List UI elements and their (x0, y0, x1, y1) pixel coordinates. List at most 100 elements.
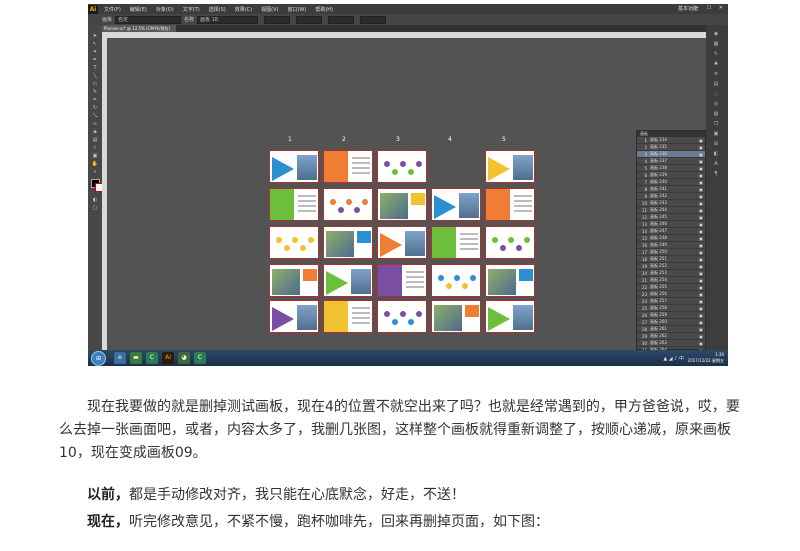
artboard-options-icon[interactable]: ▣ (697, 306, 705, 311)
artboard-options-icon[interactable]: ▣ (697, 320, 705, 325)
artboard-options-icon[interactable]: ▣ (697, 180, 705, 185)
menu-view[interactable]: 视图(V) (261, 6, 278, 13)
direct-selection-icon[interactable]: ↖ (90, 41, 100, 47)
screen-mode-icon[interactable]: ▢ (90, 205, 100, 211)
menu-window[interactable]: 窗口(W) (287, 6, 306, 13)
symbols-icon[interactable]: ♣ (712, 61, 720, 67)
camtasia-icon[interactable]: C (146, 352, 158, 364)
artboard-thumbnail[interactable] (323, 300, 373, 333)
artboard-list-item[interactable]: 23 画板 256 ▣ (637, 291, 705, 298)
artboard-list-item[interactable]: 28 画板 261 ▣ (637, 326, 705, 333)
menu-type[interactable]: 文字(T) (183, 6, 200, 13)
artboard-list-item[interactable]: 4 画板 237 ▣ (637, 158, 705, 165)
artboard-thumbnail[interactable] (377, 150, 427, 183)
menu-effect[interactable]: 效果(C) (235, 6, 252, 13)
artboard-thumbnail[interactable] (431, 226, 481, 259)
artboard-options-icon[interactable]: ▣ (697, 257, 705, 262)
artboard-list-item[interactable]: 20 画板 253 ▣ (637, 270, 705, 277)
artboard-list-item[interactable]: 21 画板 254 ▣ (637, 277, 705, 284)
artboard-options-icon[interactable]: ▣ (697, 243, 705, 248)
artboard-thumbnail[interactable] (269, 264, 319, 297)
menu-select[interactable]: 选择(S) (209, 6, 226, 13)
artboard-options-icon[interactable]: ▣ (697, 327, 705, 332)
artboard-list-item[interactable]: 26 画板 259 ▣ (637, 312, 705, 319)
artboard-list-item[interactable]: 14 画板 247 ▣ (637, 228, 705, 235)
shape-builder-icon[interactable]: ◈ (90, 129, 100, 135)
artboard-list-item[interactable]: 8 画板 241 ▣ (637, 186, 705, 193)
artboard-thumbnail[interactable] (377, 188, 427, 221)
pen-tool-icon[interactable]: ✒ (90, 57, 100, 63)
artboard-thumbnail[interactable] (431, 188, 481, 221)
artboard-options-icon[interactable]: ▣ (697, 173, 705, 178)
artboard-thumbnail[interactable] (431, 300, 481, 333)
width-field[interactable] (328, 15, 355, 24)
artboard-list-item[interactable]: 6 画板 239 ▣ (637, 172, 705, 179)
pathfinder-icon[interactable]: ◧ (712, 151, 720, 157)
layers-icon[interactable]: ❐ (712, 121, 720, 127)
artboard-thumbnail[interactable] (377, 300, 427, 333)
artboard-thumbnail[interactable] (377, 264, 427, 297)
artboard-list-item[interactable]: 9 画板 242 ▣ (637, 193, 705, 200)
artboard-list-item[interactable]: 7 画板 240 ▣ (637, 179, 705, 186)
artboard-options-icon[interactable]: ▣ (697, 299, 705, 304)
artboard-options-icon[interactable]: ▣ (697, 187, 705, 192)
x-field[interactable] (264, 15, 291, 24)
rectangle-tool-icon[interactable]: ▭ (90, 81, 100, 87)
menu-file[interactable]: 文件(F) (104, 6, 121, 13)
artboard-options-icon[interactable]: ▣ (697, 145, 705, 150)
character-icon[interactable]: A (712, 161, 720, 167)
camtasia-recorder-icon[interactable]: C (194, 352, 206, 364)
artboard-list-item[interactable]: 5 画板 238 ▣ (637, 165, 705, 172)
artboard-options-icon[interactable]: ▣ (697, 201, 705, 206)
stroke-icon[interactable]: ≡ (712, 71, 720, 77)
menu-help[interactable]: 帮助(H) (315, 6, 333, 13)
brushes-icon[interactable]: ✎ (712, 51, 720, 57)
artboard-thumbnail[interactable] (269, 226, 319, 259)
color-panel-icon[interactable]: ◉ (712, 31, 720, 37)
artboard-options-icon[interactable]: ▣ (697, 138, 705, 143)
height-field[interactable] (360, 15, 387, 24)
artboard-options-icon[interactable]: ▣ (697, 208, 705, 213)
artboard-tool-icon[interactable]: ▣ (90, 153, 100, 159)
start-button-icon[interactable]: ⊞ (91, 351, 106, 366)
artboard-list-item[interactable]: 19 画板 252 ▣ (637, 263, 705, 270)
artboard-options-icon[interactable]: ▣ (697, 334, 705, 339)
artboard-options-icon[interactable]: ▣ (697, 250, 705, 255)
system-tray[interactable]: ▲ ◢ ♪ 中 (663, 355, 684, 362)
window-controls[interactable]: — ☐ ✕ (694, 5, 726, 11)
artboard-name-field[interactable]: 画板 18 (197, 15, 259, 24)
scale-tool-icon[interactable]: ⤡ (90, 113, 100, 119)
width-tool-icon[interactable]: ≈ (90, 121, 100, 127)
line-tool-icon[interactable]: ╲ (90, 73, 100, 79)
artboard-options-icon[interactable]: ▣ (697, 341, 705, 346)
artboard-options-icon[interactable]: ▣ (697, 285, 705, 290)
artboard-list-item[interactable]: 22 画板 255 ▣ (637, 284, 705, 291)
artboard-options-icon[interactable]: ▣ (697, 159, 705, 164)
artboard-options-icon[interactable]: ▣ (697, 229, 705, 234)
artboard-list-item[interactable]: 18 画板 251 ▣ (637, 256, 705, 263)
artboard-list-item[interactable]: 10 画板 243 ▣ (637, 200, 705, 207)
artboard-options-icon[interactable]: ▣ (697, 264, 705, 269)
selection-tool-icon[interactable]: ➤ (90, 33, 100, 39)
gradient-tool-icon[interactable]: ▤ (90, 137, 100, 143)
artboard-thumbnail[interactable] (269, 188, 319, 221)
artboard-thumbnail[interactable] (485, 150, 535, 183)
artboard-list-item[interactable]: 1 画板 234 ▣ (637, 137, 705, 144)
document-tab[interactable]: Planner.ai* @ 12.5% (CMYK/预览) (102, 25, 176, 32)
artboard-thumbnail[interactable] (323, 150, 373, 183)
artboard-list-item[interactable]: 13 画板 246 ▣ (637, 221, 705, 228)
transparency-icon[interactable]: ◌ (712, 91, 720, 97)
artboard-options-icon[interactable]: ▣ (697, 292, 705, 297)
artboard-thumbnail[interactable] (323, 188, 373, 221)
artboard-options-icon[interactable]: ▣ (697, 166, 705, 171)
hand-tool-icon[interactable]: ✋ (90, 161, 100, 167)
artboard-thumbnail[interactable] (485, 188, 535, 221)
artboard-options-icon[interactable]: ▣ (697, 313, 705, 318)
artboard-list-item[interactable]: 12 画板 245 ▣ (637, 214, 705, 221)
artboard-options-icon[interactable]: ▣ (697, 278, 705, 283)
artboard-list-item[interactable]: 29 画板 262 ▣ (637, 333, 705, 340)
appearance-icon[interactable]: ◎ (712, 101, 720, 107)
artboard-list-item[interactable]: 24 画板 257 ▣ (637, 298, 705, 305)
artboard-thumbnail[interactable] (377, 226, 427, 259)
explorer-icon[interactable]: ▬ (130, 352, 142, 364)
